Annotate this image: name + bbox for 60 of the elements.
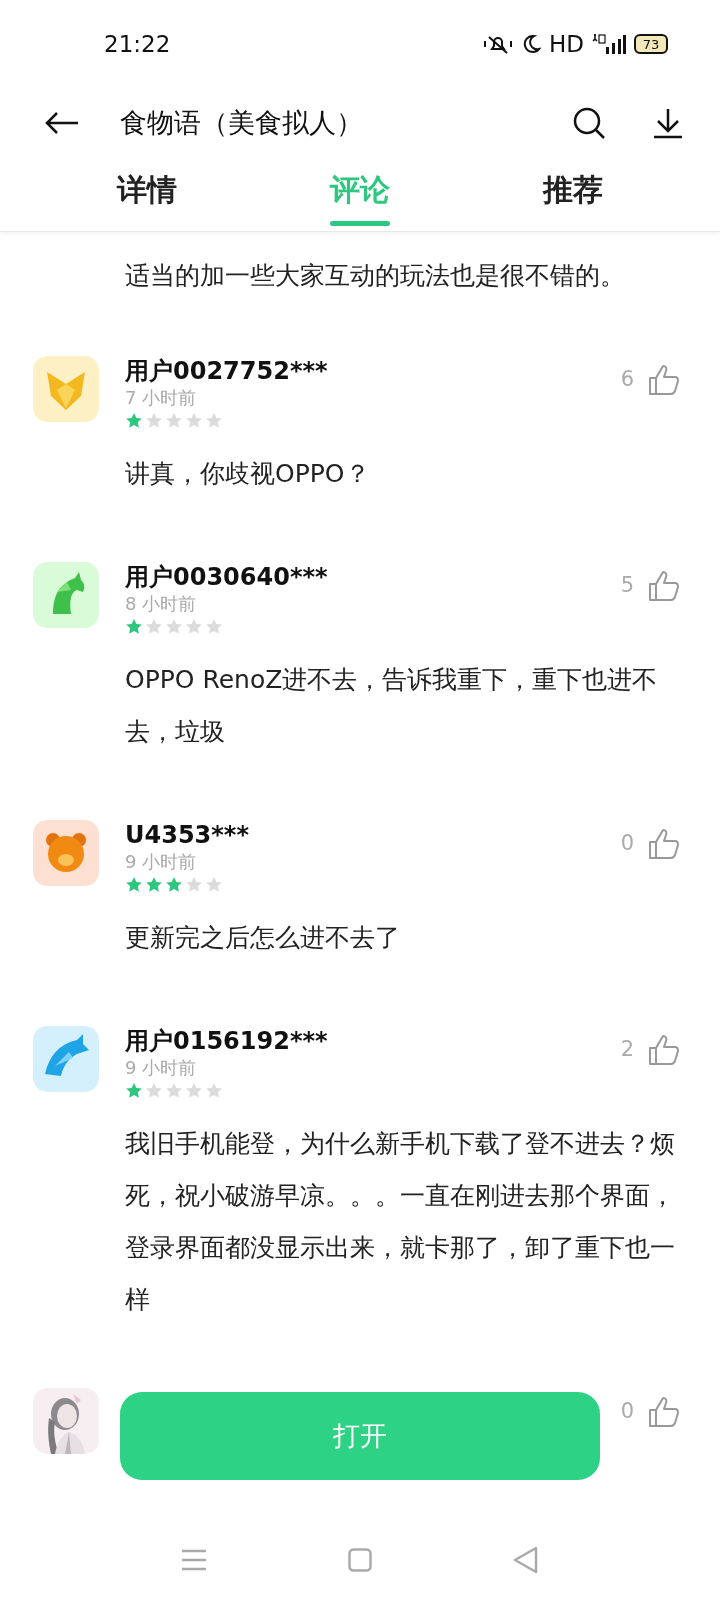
star-icon [125, 1082, 143, 1100]
timestamp: 7 小时前 [125, 386, 198, 410]
star-icon [125, 876, 143, 894]
bear-avatar-icon [33, 820, 99, 886]
home-square-icon[interactable] [348, 1548, 372, 1572]
star-icon [165, 876, 183, 894]
star-icon [165, 618, 183, 636]
moon-icon [521, 33, 541, 55]
comment-text: 我旧手机能登，为什么新手机下载了登不进去？烦死，祝小破游早凉。。。一直在刚进去那个界面，登录界面都没显示出来，就卡那了，卸了重下也一样 [125, 1128, 676, 1316]
like-count: 2 [620, 1036, 634, 1064]
star-icon [185, 618, 203, 636]
thumbs-up-icon[interactable] [648, 1396, 680, 1428]
star-icon [165, 412, 183, 430]
star-icon [145, 1082, 163, 1100]
like-count: 6 [620, 366, 634, 394]
battery-indicator: 73 [634, 34, 668, 54]
menu-icon[interactable] [180, 1549, 207, 1571]
star-icon [145, 618, 163, 636]
search-icon[interactable] [572, 106, 606, 140]
star-icon [205, 412, 223, 430]
star-icon [145, 876, 163, 894]
user-name: 用户0156192*** [125, 1026, 329, 1056]
thumbs-up-icon[interactable] [648, 570, 680, 602]
star-icon [185, 1082, 203, 1100]
star-icon [185, 412, 203, 430]
clock-text: 21:22 [104, 29, 171, 59]
user-name: 用户0027752*** [125, 356, 329, 386]
mute-icon [483, 33, 513, 55]
like-count: 0 [620, 1398, 634, 1426]
star-icon [125, 412, 143, 430]
comment-text: 讲真，你歧视OPPO？ [125, 458, 371, 490]
timestamp: 8 小时前 [125, 592, 198, 616]
comment-text: OPPO RenoZ进不去，告诉我重下，重下也进不去，垃圾 [125, 664, 659, 748]
star-icon [205, 876, 223, 894]
tab[interactable]: 推荐 [543, 167, 604, 222]
thumbs-up-icon[interactable] [648, 364, 680, 396]
thumbs-up-icon[interactable] [648, 1034, 680, 1066]
user-name: 用户0030640*** [125, 562, 329, 592]
user-name: U4353*** [125, 820, 250, 850]
star-icon [185, 876, 203, 894]
like-count: 5 [620, 572, 634, 600]
timestamp: 9 小时前 [125, 1056, 198, 1080]
star-icon [145, 412, 163, 430]
back-triangle-icon[interactable] [513, 1546, 540, 1574]
like-count: 0 [620, 830, 634, 858]
tab[interactable]: 详情 [116, 167, 177, 222]
star-icon [205, 1082, 223, 1100]
back-arrow-icon[interactable] [44, 111, 80, 135]
network-text: HD [549, 29, 584, 59]
timestamp: 9 小时前 [125, 850, 198, 874]
thumbs-up-icon[interactable] [648, 828, 680, 860]
signal-icon [592, 33, 626, 55]
fox-avatar-icon [33, 356, 99, 422]
comment-text: 适当的加一些大家互动的玩法也是很不错的。 [124, 260, 626, 292]
comment-text: 更新完之后怎么进不去了 [125, 922, 401, 954]
download-icon[interactable] [652, 107, 684, 139]
page-title: 食物语（美食拟人） [120, 105, 363, 140]
star-icon [165, 1082, 183, 1100]
star-icon [205, 618, 223, 636]
star-icon [125, 618, 143, 636]
